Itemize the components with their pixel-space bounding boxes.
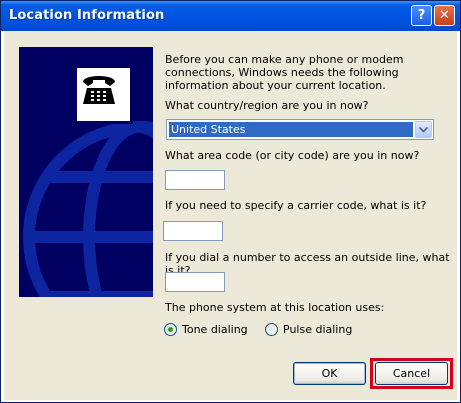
help-button[interactable]: ? [411, 5, 432, 26]
location-information-dialog: Location Information ? ✕ Before you can … [0, 0, 461, 403]
side-banner [19, 47, 153, 297]
dropdown-arrow[interactable] [415, 121, 432, 138]
country-question-label: What country/region are you in now? [165, 99, 369, 112]
carrier-code-question-label: If you need to specify a carrier code, w… [165, 199, 427, 212]
radio-selected-dot [168, 327, 173, 332]
help-icon: ? [417, 8, 426, 23]
telephone-glyph [83, 76, 115, 104]
cancel-button-label: Cancel [392, 367, 431, 380]
pulse-radio-circle[interactable] [265, 323, 278, 336]
phone-system-label: The phone system at this location uses: [165, 301, 385, 314]
cancel-button[interactable]: Cancel [375, 362, 448, 385]
dialog-body: Before you can make any phone or modem c… [4, 31, 457, 400]
country-select[interactable]: United States [166, 119, 434, 140]
pulse-dialing-radio[interactable]: Pulse dialing [265, 322, 352, 337]
country-selected-value: United States [169, 122, 413, 137]
telephone-icon [74, 65, 133, 124]
ok-button[interactable]: OK [293, 362, 366, 385]
outside-line-input[interactable] [165, 272, 225, 292]
tone-radio-circle[interactable] [164, 323, 177, 336]
tone-dialing-label: Tone dialing [182, 323, 248, 336]
pulse-dialing-label: Pulse dialing [283, 323, 353, 336]
window-title: Location Information [9, 8, 165, 23]
tone-dialing-radio[interactable]: Tone dialing [164, 322, 248, 337]
ok-button-label: OK [321, 367, 338, 380]
title-bar[interactable]: Location Information ? ✕ [1, 1, 460, 31]
chevron-down-icon [419, 126, 428, 133]
area-code-input[interactable] [165, 170, 225, 190]
intro-text: Before you can make any phone or modem c… [165, 53, 404, 92]
carrier-code-input[interactable] [163, 221, 223, 241]
area-code-question-label: What area code (or city code) are you in… [165, 149, 420, 162]
close-icon: ✕ [439, 8, 450, 23]
close-button[interactable]: ✕ [434, 5, 455, 26]
